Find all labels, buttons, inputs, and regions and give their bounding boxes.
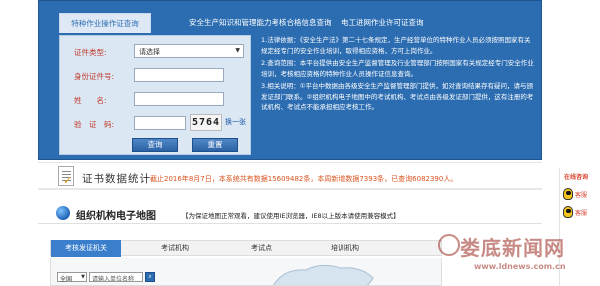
id-label: 身份证件号: [74,72,115,81]
cert-type-value: 请选择 [139,48,160,56]
tab-electrician-license[interactable]: 电工进网作业许可证查询 [341,17,424,28]
query-panel: 特种作业操作证查询 安全生产知识和管理能力考核合格信息查询 电工进网作业许可证查… [38,0,542,160]
query-button[interactable]: 查询 [132,138,178,152]
consult-item[interactable]: 客服 [563,206,599,220]
map-area[interactable]: 全国 ▼ 请输入单位名称 ⌕ [50,258,442,286]
id-row: 身份证件号: [60,68,252,84]
captcha-label: 验 证 码: [74,120,115,129]
captcha-image[interactable]: 5764 [190,114,222,131]
consult-item[interactable]: 客服 [563,188,599,202]
query-notes: 1.法律依据：《安全生产法》第二十七条规定，生产经营单位的特种作业人员必须按照国… [261,35,535,155]
note-scope: 2.查询范围：本平台提供由安全生产监督管理及行业管理部门按照国家有关规定经专门安… [261,59,534,78]
reset-button[interactable]: 重置 [192,138,238,152]
watermark-text: 娄底新闻网 [460,236,565,260]
consult-title: 在线咨询 [564,174,589,181]
tab-issuing-authority[interactable]: 考核发证机关 [51,240,121,257]
watermark-url: www.ldnews.com.cn [474,262,566,271]
consult-sidebar: 在线咨询 客服 客服 [559,168,600,286]
tab-exam-site[interactable]: 考试点 [251,243,272,253]
consult-label: 客服 [575,210,588,217]
cert-type-label: 证件类型: [74,48,107,57]
cert-type-select[interactable]: 请选择 ▼ [134,44,244,58]
unit-name-input[interactable]: 请输入单位名称 [89,272,143,282]
tab-training-institution[interactable]: 培训机构 [331,243,359,253]
query-form: 证件类型: 请选择 ▼ 身份证件号: 姓 名: 验 证 码: 5764 换一张 … [59,35,251,155]
stats-bar: ✓ 证书数据统计 截止2016年8月7日，本系统共有数据15609482条，本周… [38,162,542,190]
name-input[interactable] [134,92,224,106]
note-description: 3.相关说明：①平台中数据由各级安全生产监督管理部门提供，如对查询结果存有疑问，… [261,82,534,111]
map-tabs: 考核发证机关 考试机构 考试点 培训机构 [50,240,442,257]
china-map-graphic [273,264,374,285]
captcha-input[interactable] [134,116,186,130]
search-icon[interactable]: ⌕ [145,272,155,282]
map-browser-note: 【为保证地图正常观看，建议使用IE浏览器，IE8以上版本请使用兼容模式】 [182,212,400,220]
qq-icon [563,206,573,218]
map-title: 组织机构电子地图 [76,211,156,222]
stats-title: 证书数据统计 [82,173,151,185]
refresh-captcha-link[interactable]: 换一张 [225,117,246,127]
query-tabs: 特种作业操作证查询 安全生产知识和管理能力考核合格信息查询 电工进网作业许可证查… [39,13,543,35]
name-label: 姓 名: [74,96,107,105]
qq-icon [563,188,573,200]
consult-label: 客服 [575,192,588,199]
certificate-icon: ✓ [58,166,74,186]
stats-summary: 截止2016年8月7日，本系统共有数据15609482条，本周新增数据7393条… [150,175,458,183]
globe-icon [56,206,70,220]
cert-type-row: 证件类型: 请选择 ▼ [60,44,252,60]
map-header: 组织机构电子地图 【为保证地图正常观看，建议使用IE浏览器，IE8以上版本请使用… [38,204,542,224]
captcha-row: 验 证 码: 5764 换一张 [60,114,252,132]
region-value: 全国 [60,276,73,283]
tab-special-operation-cert[interactable]: 特种作业操作证查询 [59,13,151,33]
name-row: 姓 名: [60,92,252,108]
note-legal-basis: 1.法律依据：《安全生产法》第二十七条规定，生产经营单位的特种作业人员必须按照国… [261,36,531,55]
tab-exam-institution[interactable]: 考试机构 [161,243,189,253]
tab-safety-knowledge[interactable]: 安全生产知识和管理能力考核合格信息查询 [189,17,332,28]
region-select[interactable]: 全国 ▼ [57,272,87,283]
chevron-down-icon: ▼ [235,47,240,54]
id-number-input[interactable] [134,68,224,82]
chevron-down-icon: ▼ [81,274,85,280]
